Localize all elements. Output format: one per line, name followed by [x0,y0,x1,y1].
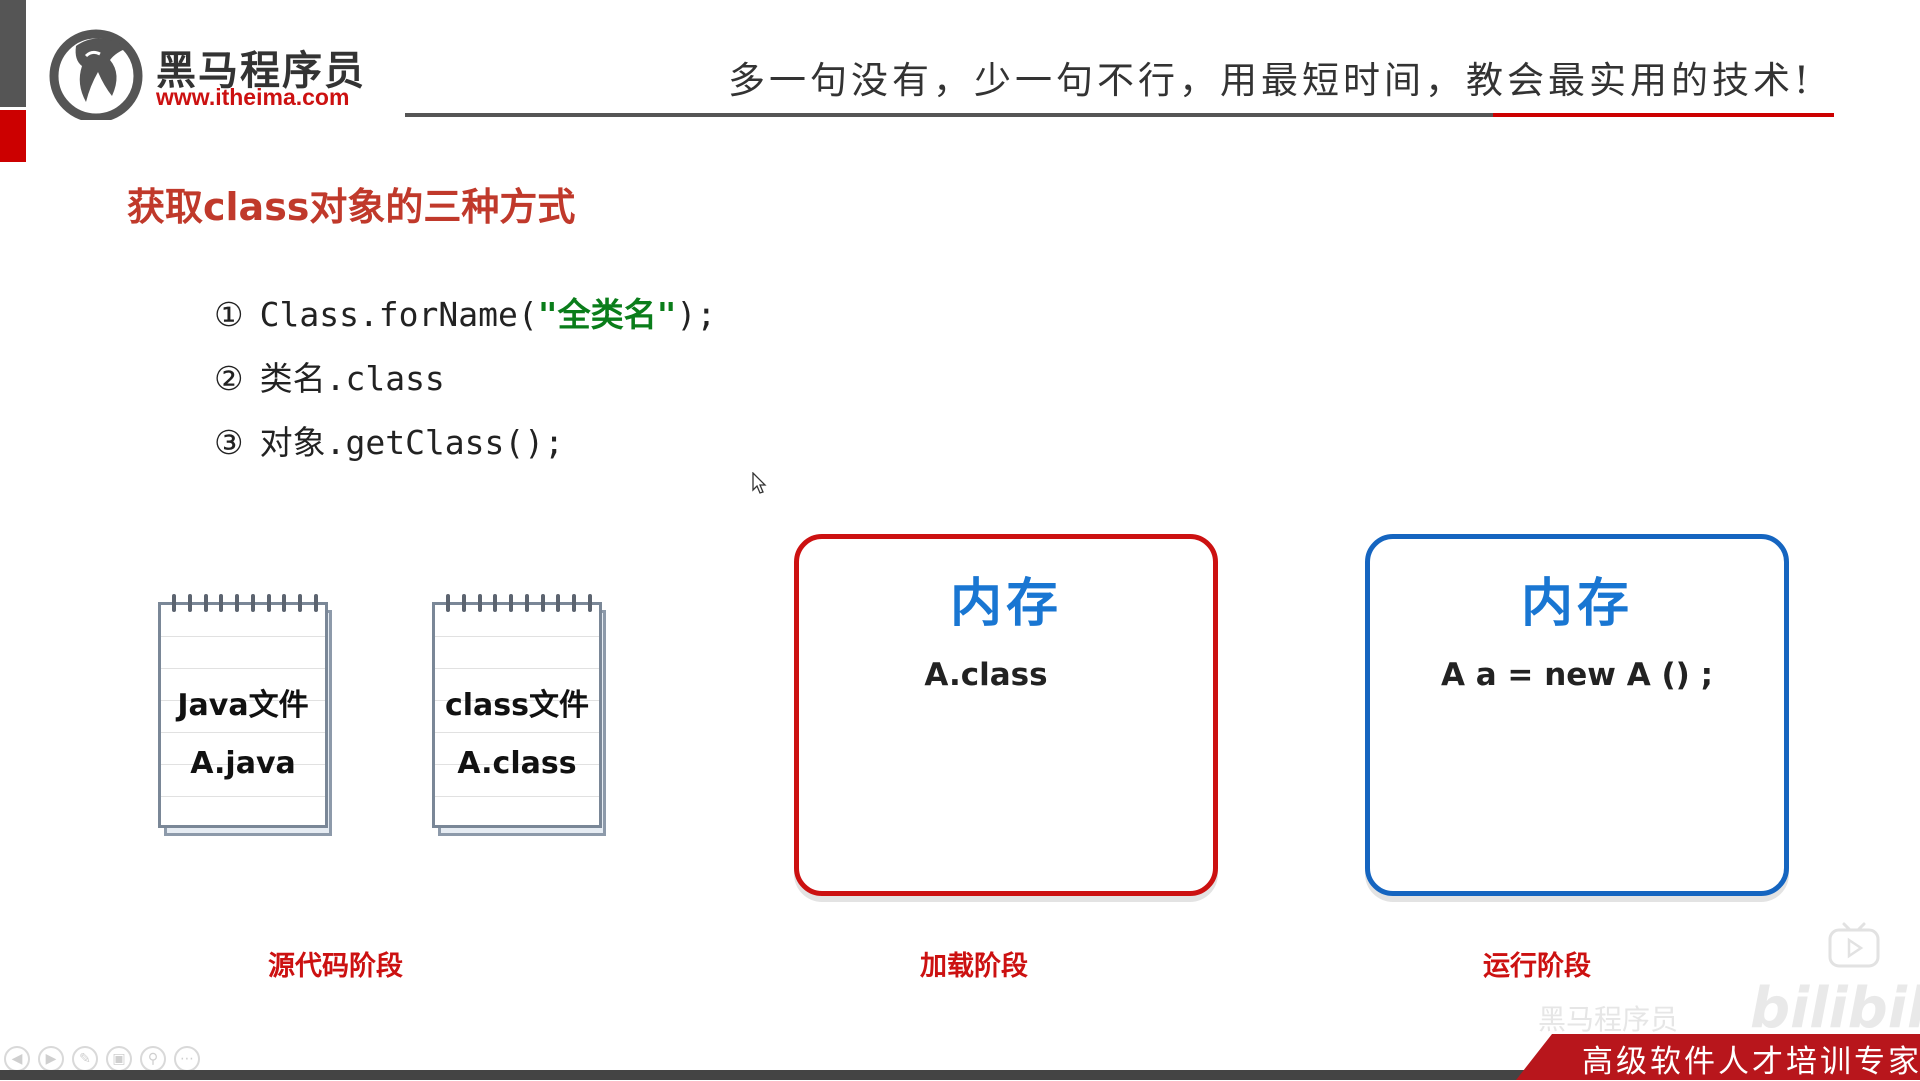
notebook-spiral-icon [172,594,318,614]
memory-box-content: A a = new A () ; [1440,657,1714,693]
prev-icon[interactable]: ◀ [4,1046,30,1072]
play-video-icon[interactable] [1828,920,1880,968]
method-item-getclass: ③ 对象.getClass(); [214,416,564,464]
pen-icon[interactable]: ✎ [72,1046,98,1072]
left-accent-bar-red [0,110,26,162]
notebook-filename: A.java [190,746,296,781]
notebook-heading: Java文件 [177,688,309,723]
stage-label-source: 源代码阶段 [268,951,403,982]
memory-box-title: 内存 [949,574,1062,634]
next-icon[interactable]: ▶ [38,1046,64,1072]
notebook-heading: class文件 [444,688,590,723]
footer-banner-text: 高级软件人才培训专家 [1582,1044,1920,1080]
memory-box-run-stage: 内存 A a = new A () ; [1365,534,1789,896]
brand-url: www.itheima.com [156,84,350,110]
method-marker: ③ [214,423,244,462]
memory-box-content: A.class [924,657,1048,693]
method-code: Class.forName( [259,295,538,334]
slide-title: 获取class对象的三种方式 [127,185,576,229]
header-divider-accent [1493,113,1834,117]
watermark-brand: 黑马程序员 [1538,1003,1679,1036]
method-item-classname: ② 类名.class [214,352,445,400]
zoom-icon[interactable]: ⚲ [140,1046,166,1072]
notebook-java-file: Java文件 A.java [158,594,332,836]
method-code: 对象.getClass(); [259,423,565,462]
method-code: 类名.class [259,359,445,398]
notebook-class-file: class文件 A.class [432,594,606,836]
memory-box-load-stage: 内存 A.class [794,534,1218,896]
watermark-bilibili: bilibili [1750,976,1920,1041]
mouse-cursor-icon [752,471,768,496]
header-divider [405,113,1493,117]
memory-box-title: 内存 [1520,574,1633,634]
horse-logo-icon [46,26,146,123]
left-accent-bar-gray [0,0,26,107]
method-marker: ① [214,295,244,334]
method-item-forname: ① Class.forName("全类名"); [214,288,716,336]
slides-icon[interactable]: ▣ [106,1046,132,1072]
notebook-spiral-icon [446,594,592,614]
method-code-end: ); [676,295,717,334]
stage-label-run: 运行阶段 [1483,951,1591,982]
header-slogan: 多一句没有，少一句不行，用最短时间，教会最实用的技术! [728,59,1813,102]
stage-label-load: 加载阶段 [920,951,1028,982]
method-code-highlight: "全类名" [537,295,677,334]
more-icon[interactable]: ⋯ [174,1046,200,1072]
method-marker: ② [214,359,244,398]
notebook-filename: A.class [457,746,577,781]
